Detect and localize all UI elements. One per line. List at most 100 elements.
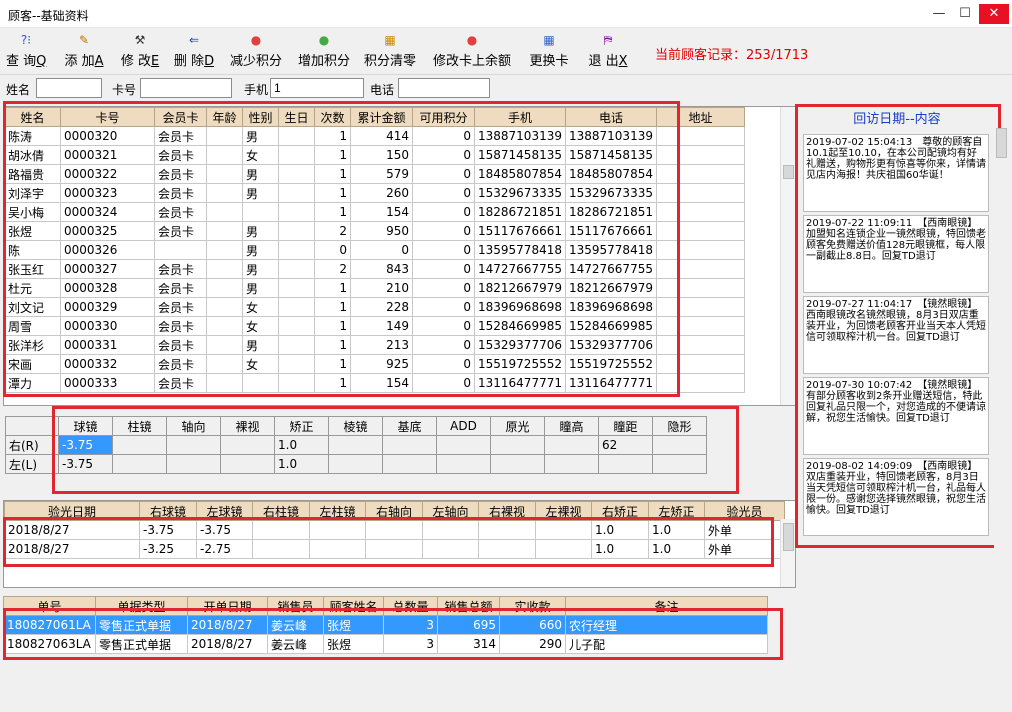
vision-cell[interactable] [328, 454, 383, 474]
customers-cell[interactable]: 会员卡 [154, 373, 207, 393]
vision-cell[interactable] [490, 435, 545, 455]
customers-cell[interactable] [206, 335, 243, 355]
vision-row[interactable]: 左(L) -3.75 1.0 [5, 454, 707, 474]
customers-cell[interactable]: 0000326 [60, 240, 155, 260]
customers-cell[interactable]: 会员卡 [154, 183, 207, 203]
toolbar-button-3[interactable]: ⇐ 删 除D [172, 30, 216, 72]
customers-cell[interactable]: 1 [314, 183, 351, 203]
vision-cell[interactable] [598, 454, 653, 474]
customers-cell[interactable]: 0000328 [60, 278, 155, 298]
customers-row[interactable]: 周雪 0000330 会员卡女 1 149 0 15284669985 15284669985 [4, 316, 745, 336]
customers-cell[interactable]: 0000322 [60, 164, 155, 184]
optometry-cell[interactable] [478, 520, 536, 540]
scroll-thumb[interactable] [996, 128, 1007, 158]
vision-header[interactable]: 轴向 [166, 416, 221, 436]
toolbar-button-1[interactable]: ✎ 添 加A [62, 30, 106, 72]
customers-cell[interactable]: 579 [350, 164, 413, 184]
customers-cell[interactable] [206, 316, 243, 336]
name-input[interactable] [36, 78, 102, 98]
optometry-cell[interactable] [365, 520, 423, 540]
vision-header[interactable] [5, 416, 59, 436]
customers-cell[interactable]: 刘文记 [4, 297, 61, 317]
optometry-row[interactable]: 2018/8/27 -3.25 -2.75 1.0 1.0 外单 [4, 539, 785, 559]
customers-cell[interactable]: 会员卡 [154, 278, 207, 298]
customers-cell[interactable]: 男 [242, 335, 279, 355]
customers-cell[interactable]: 胡冰倩 [4, 145, 61, 165]
customers-row[interactable]: 胡冰倩 0000321 会员卡女 1 150 0 15871458135 1587145813… [4, 145, 745, 165]
vision-cell[interactable] [328, 435, 383, 455]
optometry-header[interactable]: 左裸视 [535, 501, 592, 521]
phone-input[interactable] [398, 78, 490, 98]
customers-cell[interactable] [655, 354, 745, 374]
customers-cell[interactable] [206, 126, 243, 146]
optometry-cell[interactable]: 1.0 [591, 520, 649, 540]
customers-cell[interactable]: 210 [350, 278, 413, 298]
customers-cell[interactable]: 周雪 [4, 316, 61, 336]
customers-cell[interactable]: 14727667755 [474, 259, 566, 279]
customers-cell[interactable]: 会员卡 [154, 164, 207, 184]
optometry-header[interactable]: 验光日期 [4, 501, 140, 521]
optometry-cell[interactable] [422, 539, 479, 559]
optometry-cell[interactable]: 1.0 [591, 539, 649, 559]
customers-row[interactable]: 张煜 0000325 会员卡男 2 950 0 15117676661 15117676661 [4, 221, 745, 241]
customers-header[interactable]: 姓名 [4, 107, 61, 127]
customers-cell[interactable]: 154 [350, 373, 413, 393]
optometry-cell[interactable]: -3.75 [196, 520, 253, 540]
vision-cell[interactable] [166, 454, 221, 474]
customers-cell[interactable]: 13887103139 [564, 126, 657, 146]
orders-cell[interactable]: 3 [383, 615, 438, 635]
customers-cell[interactable]: 男 [242, 126, 279, 146]
customers-cell[interactable]: 会员卡 [154, 126, 207, 146]
vision-cell[interactable] [166, 435, 221, 455]
customers-cell[interactable]: 0000320 [60, 126, 155, 146]
customers-cell[interactable]: 张玉红 [4, 259, 61, 279]
customers-cell[interactable]: 13595778418 [564, 240, 657, 260]
orders-cell[interactable]: 180827063LA [3, 634, 96, 654]
vision-cell[interactable] [490, 454, 545, 474]
mobile-input[interactable] [270, 78, 364, 98]
vision-cell[interactable]: 62 [598, 435, 653, 455]
optometry-cell[interactable]: 2018/8/27 [4, 520, 140, 540]
customers-cell[interactable]: 260 [350, 183, 413, 203]
optometry-cell[interactable]: 外单 [704, 539, 785, 559]
vision-cell[interactable]: 左(L) [5, 454, 59, 474]
customers-cell[interactable] [206, 259, 243, 279]
customers-header[interactable]: 性别 [242, 107, 279, 127]
orders-cell[interactable]: 3 [383, 634, 438, 654]
vision-cell[interactable] [220, 435, 275, 455]
orders-header[interactable]: 单号 [3, 596, 96, 616]
customers-cell[interactable]: 会员卡 [154, 316, 207, 336]
customers-cell[interactable]: 18212667979 [474, 278, 566, 298]
optometry-cell[interactable] [252, 539, 310, 559]
customers-cell[interactable]: 1 [314, 373, 351, 393]
customers-row[interactable]: 陈 0000326 男 0 0 0 13595778418 13595778418 [4, 240, 745, 260]
customers-cell[interactable]: 1 [314, 278, 351, 298]
customers-cell[interactable]: 张煜 [4, 221, 61, 241]
customers-cell[interactable] [278, 373, 315, 393]
customers-cell[interactable]: 15284669985 [564, 316, 657, 336]
customers-cell[interactable]: 1 [314, 354, 351, 374]
customers-cell[interactable] [278, 221, 315, 241]
customers-cell[interactable]: 0000323 [60, 183, 155, 203]
vision-cell[interactable] [382, 435, 437, 455]
vision-header[interactable]: 矫正 [274, 416, 329, 436]
customers-row[interactable]: 潭力 0000333 会员卡 1 154 0 13116477771 13116477771 [4, 373, 745, 393]
vision-cell[interactable] [112, 435, 167, 455]
optometry-cell[interactable]: -3.25 [139, 539, 197, 559]
customers-cell[interactable]: 14727667755 [564, 259, 657, 279]
customers-row[interactable]: 张玉红 0000327 会员卡男 2 843 0 14727667755 1472766775… [4, 259, 745, 279]
customers-cell[interactable]: 0 [412, 278, 475, 298]
customers-cell[interactable] [655, 335, 745, 355]
orders-header[interactable]: 销售员 [267, 596, 324, 616]
vision-header[interactable]: 柱镜 [112, 416, 167, 436]
customers-cell[interactable]: 15284669985 [474, 316, 566, 336]
customers-cell[interactable] [655, 183, 745, 203]
customers-cell[interactable]: 杜元 [4, 278, 61, 298]
orders-cell[interactable]: 张煜 [323, 615, 384, 635]
maximize-button[interactable]: ☐ [954, 4, 976, 24]
customers-cell[interactable] [206, 221, 243, 241]
orders-cell[interactable]: 农行经理 [565, 615, 768, 635]
optometry-header[interactable]: 右球镜 [139, 501, 197, 521]
customers-cell[interactable]: 会员卡 [154, 259, 207, 279]
vision-cell[interactable]: 1.0 [274, 454, 329, 474]
